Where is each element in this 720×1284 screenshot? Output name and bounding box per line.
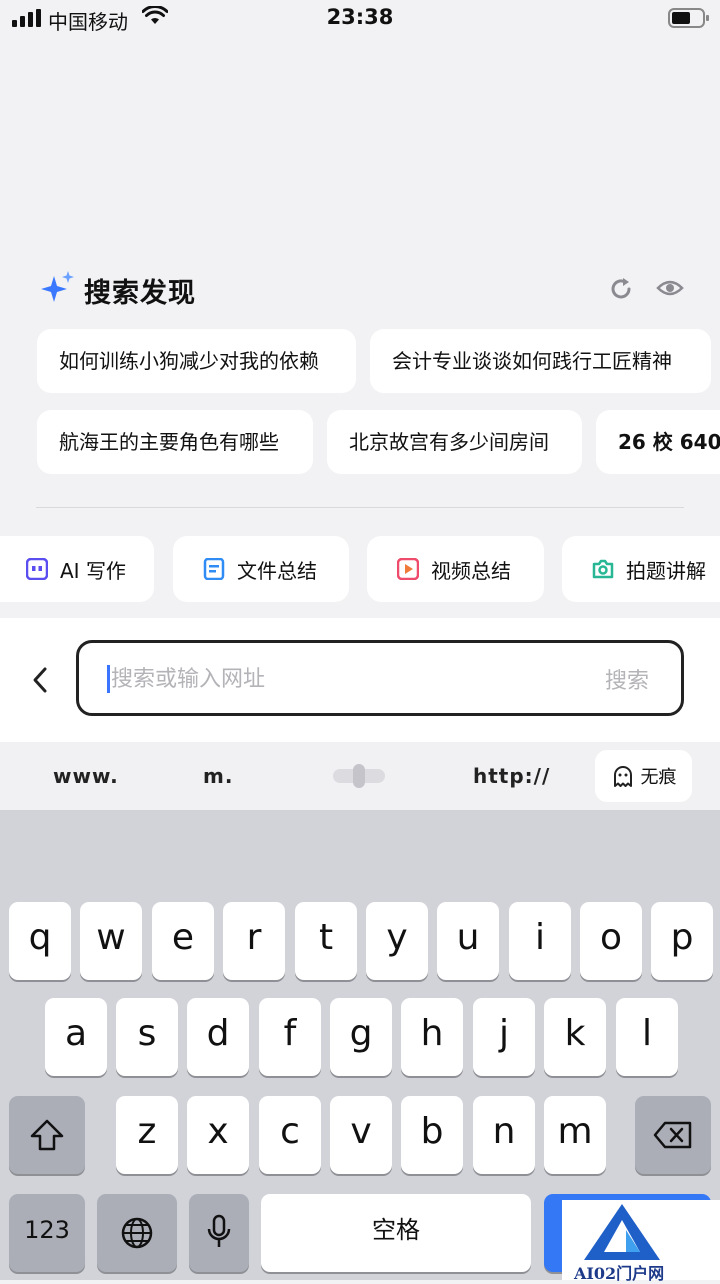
key[interactable]: j [473, 998, 535, 1076]
space-key[interactable]: 空格 [261, 1194, 531, 1272]
key[interactable]: u [437, 902, 499, 980]
key[interactable]: b [401, 1096, 463, 1174]
backspace-key[interactable] [635, 1096, 711, 1174]
key[interactable]: x [187, 1096, 249, 1174]
search-button[interactable]: 搜索 [605, 663, 649, 695]
battery-icon [668, 8, 709, 28]
key[interactable]: z [116, 1096, 178, 1174]
key[interactable]: p [651, 902, 713, 980]
microphone-key[interactable] [189, 1194, 249, 1272]
watermark: AI02门户网 [562, 1200, 720, 1283]
discover-chip[interactable]: 航海王的主要角色有哪些 [37, 410, 313, 474]
key[interactable]: m [544, 1096, 606, 1174]
quote-icon [26, 558, 48, 580]
tool-label: 视频总结 [431, 558, 511, 583]
key[interactable]: e [152, 902, 214, 980]
search-input[interactable] [109, 657, 553, 701]
key[interactable]: s [116, 998, 178, 1076]
discover-chip[interactable]: 如何训练小狗减少对我的依赖 [37, 329, 356, 393]
tool-label: 拍题讲解 [626, 558, 706, 583]
key[interactable]: f [259, 998, 321, 1076]
watermark-logo-icon [584, 1204, 660, 1260]
key[interactable]: k [544, 998, 606, 1076]
key[interactable]: w [80, 902, 142, 980]
discover-chip[interactable]: 26 校 6400 [596, 410, 720, 474]
numbers-key[interactable]: 123 [9, 1194, 85, 1272]
globe-icon [121, 1217, 153, 1249]
clock: 23:38 [326, 5, 394, 29]
key[interactable]: i [509, 902, 571, 980]
video-play-icon [397, 558, 419, 580]
incognito-label: 无痕 [640, 767, 677, 788]
document-icon [203, 558, 225, 580]
tool-label: AI 写作 [60, 558, 126, 583]
search-panel: 搜索 [0, 618, 720, 742]
eye-icon[interactable] [656, 276, 684, 300]
watermark-text: AI02门户网 [574, 1264, 665, 1283]
quick-m-button[interactable]: m. [203, 764, 233, 788]
quick-http-button[interactable]: http:// [473, 764, 550, 788]
key[interactable]: o [580, 902, 642, 980]
divider [36, 507, 684, 508]
shift-arrow-icon [30, 1119, 64, 1151]
key[interactable]: r [223, 902, 285, 980]
key[interactable]: v [330, 1096, 392, 1174]
microphone-icon [207, 1214, 231, 1247]
camera-icon [592, 559, 614, 579]
incognito-button[interactable]: 无痕 [595, 750, 692, 802]
tool-label: 文件总结 [237, 558, 317, 583]
discover-title: 搜索发现 [84, 278, 196, 309]
key[interactable]: h [401, 998, 463, 1076]
sparkle-icon [41, 271, 74, 302]
refresh-icon[interactable] [608, 276, 634, 302]
key[interactable]: c [259, 1096, 321, 1174]
cursor-slider-icon[interactable] [333, 764, 385, 788]
key[interactable]: y [366, 902, 428, 980]
key[interactable]: l [616, 998, 678, 1076]
shift-key[interactable] [9, 1096, 85, 1174]
quick-input-bar: www. m. http:// 无痕 [0, 742, 720, 810]
chevron-left-icon[interactable] [30, 666, 50, 694]
tool-photo-explain[interactable]: 拍题讲解 [562, 536, 720, 602]
key[interactable]: q [9, 902, 71, 980]
key[interactable]: t [295, 902, 357, 980]
globe-key[interactable] [97, 1194, 177, 1272]
discover-chip[interactable]: 北京故宫有多少间房间 [327, 410, 582, 474]
search-box[interactable]: 搜索 [76, 640, 684, 716]
tool-file-summary[interactable]: 文件总结 [173, 536, 349, 602]
text-caret [107, 665, 110, 693]
key[interactable]: g [330, 998, 392, 1076]
key[interactable]: d [187, 998, 249, 1076]
key[interactable]: a [45, 998, 107, 1076]
key[interactable]: n [473, 1096, 535, 1174]
tool-video-summary[interactable]: 视频总结 [367, 536, 544, 602]
quick-www-button[interactable]: www. [53, 764, 119, 788]
discover-chip[interactable]: 会计专业谈谈如何践行工匠精神 [370, 329, 711, 393]
backspace-icon [653, 1121, 692, 1149]
ghost-icon [613, 766, 632, 787]
status-bar: 中国移动 23:38 [0, 0, 720, 36]
tool-ai-writing[interactable]: AI 写作 [0, 536, 154, 602]
